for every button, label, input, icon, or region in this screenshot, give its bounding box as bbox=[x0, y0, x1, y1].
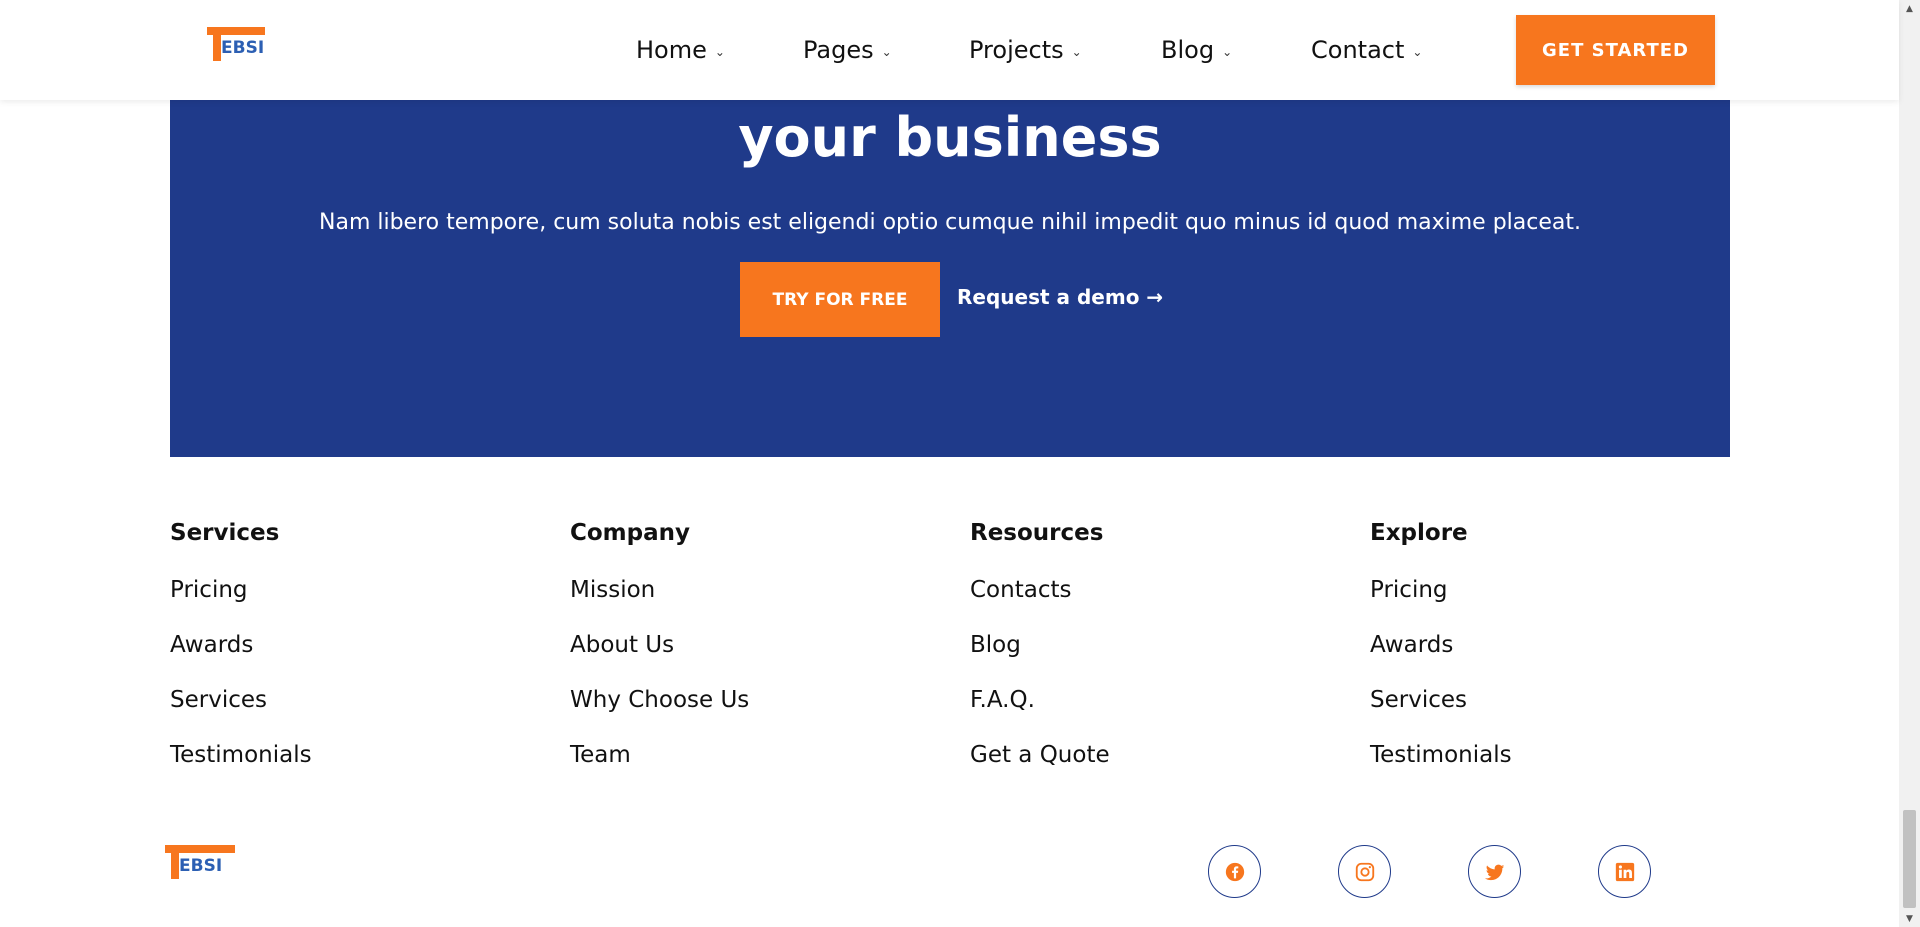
linkedin-link[interactable] bbox=[1598, 845, 1651, 898]
chevron-down-icon: ⌄ bbox=[1222, 45, 1233, 59]
footer-logo[interactable]: EBSI bbox=[165, 845, 239, 881]
scroll-up-arrow-icon[interactable]: ▲ bbox=[1899, 0, 1920, 17]
footer-link[interactable]: Services bbox=[1370, 685, 1512, 740]
footer-link[interactable]: F.A.Q. bbox=[970, 685, 1110, 740]
get-started-button[interactable]: GET STARTED bbox=[1516, 15, 1715, 85]
nav-item-home[interactable]: Home ⌄ bbox=[636, 0, 803, 100]
try-for-free-button[interactable]: TRY FOR FREE bbox=[740, 262, 940, 337]
footer-link[interactable]: Contacts bbox=[970, 575, 1110, 630]
nav-item-projects[interactable]: Projects ⌄ bbox=[969, 0, 1161, 100]
cta-text: Nam libero tempore, cum soluta nobis est… bbox=[319, 210, 1581, 235]
chevron-down-icon: ⌄ bbox=[714, 45, 725, 59]
footer-link[interactable]: Awards bbox=[1370, 630, 1512, 685]
footer-column-title: Services bbox=[170, 520, 280, 546]
scroll-down-arrow-icon[interactable]: ▼ bbox=[1899, 910, 1920, 927]
footer-column-title: Company bbox=[570, 520, 690, 546]
logo[interactable]: EBSI bbox=[207, 27, 281, 63]
facebook-icon bbox=[1225, 862, 1244, 881]
twitter-icon bbox=[1484, 864, 1504, 880]
cta-title: your business bbox=[738, 106, 1162, 169]
page: your business Nam libero tempore, cum so… bbox=[0, 0, 1920, 927]
footer-link[interactable]: Mission bbox=[570, 575, 749, 630]
chevron-down-icon: ⌄ bbox=[1412, 45, 1423, 59]
footer-column-services: Services Pricing Awards Services Testimo… bbox=[170, 520, 312, 795]
footer-link[interactable]: Pricing bbox=[170, 575, 312, 630]
nav-label: Contact bbox=[1311, 36, 1405, 64]
nav-item-pages[interactable]: Pages ⌄ bbox=[803, 0, 969, 100]
footer-link[interactable]: Services bbox=[170, 685, 312, 740]
footer-link[interactable]: Testimonials bbox=[1370, 740, 1512, 795]
footer-link[interactable]: Pricing bbox=[1370, 575, 1512, 630]
footer-link[interactable]: Why Choose Us bbox=[570, 685, 749, 740]
facebook-link[interactable] bbox=[1208, 845, 1261, 898]
request-demo-link[interactable]: Request a demo → bbox=[957, 285, 1163, 309]
main-nav: Home ⌄ Pages ⌄ Projects ⌄ Blog ⌄ Contact… bbox=[636, 0, 1441, 100]
footer-link[interactable]: About Us bbox=[570, 630, 749, 685]
footer-column-company: Company Mission About Us Why Choose Us T… bbox=[570, 520, 749, 795]
footer-link[interactable]: Testimonials bbox=[170, 740, 312, 795]
nav-item-contact[interactable]: Contact ⌄ bbox=[1311, 0, 1441, 100]
footer-column-resources: Resources Contacts Blog F.A.Q. Get a Quo… bbox=[970, 520, 1110, 795]
site-header: EBSI Home ⌄ Pages ⌄ Projects ⌄ Blog ⌄ Co… bbox=[0, 0, 1899, 100]
footer-column-title: Explore bbox=[1370, 520, 1468, 546]
twitter-link[interactable] bbox=[1468, 845, 1521, 898]
footer-link[interactable]: Get a Quote bbox=[970, 740, 1110, 795]
scroll-thumb[interactable] bbox=[1903, 810, 1916, 908]
nav-item-blog[interactable]: Blog ⌄ bbox=[1161, 0, 1311, 100]
footer-link[interactable]: Blog bbox=[970, 630, 1110, 685]
footer-column-explore: Explore Pricing Awards Services Testimon… bbox=[1370, 520, 1512, 795]
instagram-link[interactable] bbox=[1338, 845, 1391, 898]
footer-link[interactable]: Awards bbox=[170, 630, 312, 685]
chevron-down-icon: ⌄ bbox=[1071, 45, 1082, 59]
linkedin-icon bbox=[1615, 862, 1634, 881]
nav-label: Blog bbox=[1161, 36, 1215, 64]
vertical-scrollbar[interactable]: ▲ ▼ bbox=[1899, 0, 1920, 927]
nav-label: Projects bbox=[969, 36, 1064, 64]
footer-link[interactable]: Team bbox=[570, 740, 749, 795]
nav-label: Home bbox=[636, 36, 707, 64]
chevron-down-icon: ⌄ bbox=[881, 45, 892, 59]
instagram-icon bbox=[1355, 862, 1374, 881]
footer-column-title: Resources bbox=[970, 520, 1104, 546]
nav-label: Pages bbox=[803, 36, 874, 64]
